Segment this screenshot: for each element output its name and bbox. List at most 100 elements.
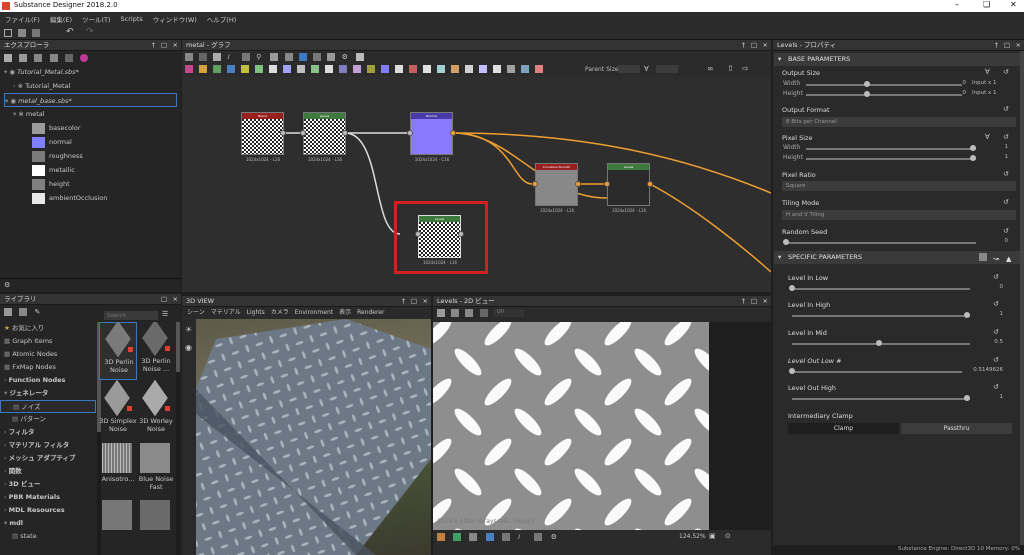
node-output-port[interactable] [647,181,653,187]
node-shortcut-icon[interactable] [507,65,515,73]
library-thumb[interactable]: 3D Simplex Noise [99,379,137,440]
import-icon[interactable] [49,54,58,62]
node-shortcut-icon[interactable] [227,65,235,73]
folder-icon[interactable]: ▤ [13,403,21,411]
node-shortcut-icon[interactable] [409,65,417,73]
view3d-menu-item[interactable]: マテリアル [208,309,244,316]
redo-icon[interactable]: ↷ [86,27,94,37]
library-category[interactable]: ▦ FxMap Nodes [0,361,96,374]
graph-edit-icon[interactable]: ↝ [993,253,999,266]
noise-thumbnail[interactable] [140,500,170,530]
library-category[interactable]: › フィルタ [0,426,96,439]
reset-icon[interactable]: ↺ [1003,198,1009,206]
view3d-menu-item[interactable]: シーン [184,309,208,316]
pixel-width-knob[interactable] [970,145,976,151]
pin-icon[interactable]: † [152,40,155,51]
node-output-port[interactable] [342,130,348,136]
camera-icon[interactable]: ◉ [185,343,192,352]
graph-node-levels[interactable]: Levels [303,112,346,155]
node-input-port[interactable] [300,130,306,136]
library-category[interactable]: ▤ state [0,530,96,543]
node-shortcut-icon[interactable] [437,65,445,73]
maximize-icon[interactable]: ❏ [983,0,990,9]
camera-icon[interactable] [213,53,222,61]
library-category[interactable]: ▾ ジェネレータ [0,387,96,400]
pin-icon[interactable]: † [742,296,745,307]
random-seed-knob[interactable] [783,239,789,245]
level-out-high-slider[interactable] [792,398,970,400]
float-icon[interactable]: □ [1004,40,1010,51]
histogram-icon[interactable] [534,533,543,541]
frame-icon[interactable] [185,53,193,61]
output-item[interactable]: ambientOcclusion [4,191,181,205]
float-icon[interactable]: □ [161,40,167,51]
pixel-ratio-dropdown[interactable]: Square [782,181,1016,191]
search-icon[interactable]: ⚲ [256,53,264,61]
layers-icon[interactable] [437,533,445,541]
node-shortcut-icon[interactable] [423,65,431,73]
reset-icon[interactable]: ↺ [993,328,999,336]
export-icon[interactable]: ⇧ [727,64,734,73]
parent-size-y-dropdown[interactable] [656,65,678,73]
link-size-icon[interactable]: ∀ [644,65,649,73]
gear-icon[interactable]: ⚙ [342,53,350,61]
graph-node-curvature-smooth[interactable]: Curvature Smooth [535,163,578,206]
link-icon[interactable]: ∀ [985,68,990,76]
graph-node-levels-selected[interactable]: Levels [418,215,461,258]
close-icon[interactable]: × [763,296,768,307]
reset-icon[interactable]: ↺ [1003,227,1009,235]
color-icon[interactable] [80,54,89,62]
float-icon[interactable]: □ [411,296,417,307]
layout-icon[interactable] [241,53,250,61]
reset-zoom-icon[interactable]: ⊙ [725,532,731,540]
node-shortcut-icon[interactable] [199,65,207,73]
alpha-icon[interactable] [485,533,494,541]
grid-icon[interactable] [270,53,279,61]
node-shortcut-icon[interactable] [185,65,193,73]
node-shortcut-icon[interactable] [479,65,487,73]
node-shortcut-icon[interactable] [311,65,319,73]
view3d-menu-item[interactable]: カメラ [268,309,292,316]
library-category[interactable]: › マテリアル フィルタ [0,439,96,452]
node-shortcut-icon[interactable] [255,65,263,73]
node-output-port[interactable] [575,181,581,187]
library-category[interactable]: ★ お気に入り [0,322,96,335]
minimize-icon[interactable]: – [955,0,959,9]
output-format-dropdown[interactable]: 8 Bits per Channel [782,117,1016,127]
menu-tools[interactable]: ツール(T) [77,14,116,24]
edit-icon[interactable]: ✎ [34,308,42,316]
node-shortcut-icon[interactable] [353,65,361,73]
tiling-mode-dropdown[interactable]: H and V Tiling [782,210,1016,220]
tile-icon[interactable] [469,533,478,541]
output-width-slider[interactable] [806,84,962,86]
new-icon[interactable] [4,29,12,37]
view3d-menu-item[interactable]: 表示 [336,309,354,316]
wave-icon[interactable]: ∞ [707,64,714,73]
node-input-port[interactable] [604,181,610,187]
pixel-height-slider[interactable] [806,158,976,160]
folder-icon[interactable] [19,308,28,316]
pixel-width-slider[interactable] [806,148,976,150]
node-output-port[interactable] [458,231,464,237]
search-clear-icon[interactable]: ☰ [162,310,168,318]
library-thumb[interactable]: Blue Noise Fast [137,440,175,498]
node-shortcut-icon[interactable] [395,65,403,73]
library-thumb[interactable]: 3D Perlin Noise ... [137,322,175,380]
base-parameters-section[interactable]: ▾ BASE PARAMETERS [774,53,1020,66]
save-all-icon[interactable] [32,29,40,37]
node-shortcut-icon[interactable] [535,65,543,73]
library-category[interactable]: › Function Nodes [0,374,96,387]
graph-node-levels[interactable]: Levels [607,163,650,206]
node-input-port[interactable] [532,181,538,187]
level-out-low-knob[interactable] [789,368,795,374]
close-icon[interactable]: × [763,40,768,51]
graph-canvas[interactable]: Blend 1024x1024 - L16 Levels 1024x1024 -… [182,76,771,292]
undo-icon[interactable]: ↶ [66,27,74,37]
library-thumb-scrollbar[interactable] [176,322,180,555]
export-icon[interactable] [465,309,474,317]
view3d-menu-item[interactable]: Renderer [354,309,387,316]
grid-icon[interactable] [501,533,510,541]
noise-thumbnail[interactable] [102,500,132,530]
tree-item[interactable]: › ※ Tutorial_Metal [4,79,181,93]
level-in-low-slider[interactable] [792,288,970,290]
